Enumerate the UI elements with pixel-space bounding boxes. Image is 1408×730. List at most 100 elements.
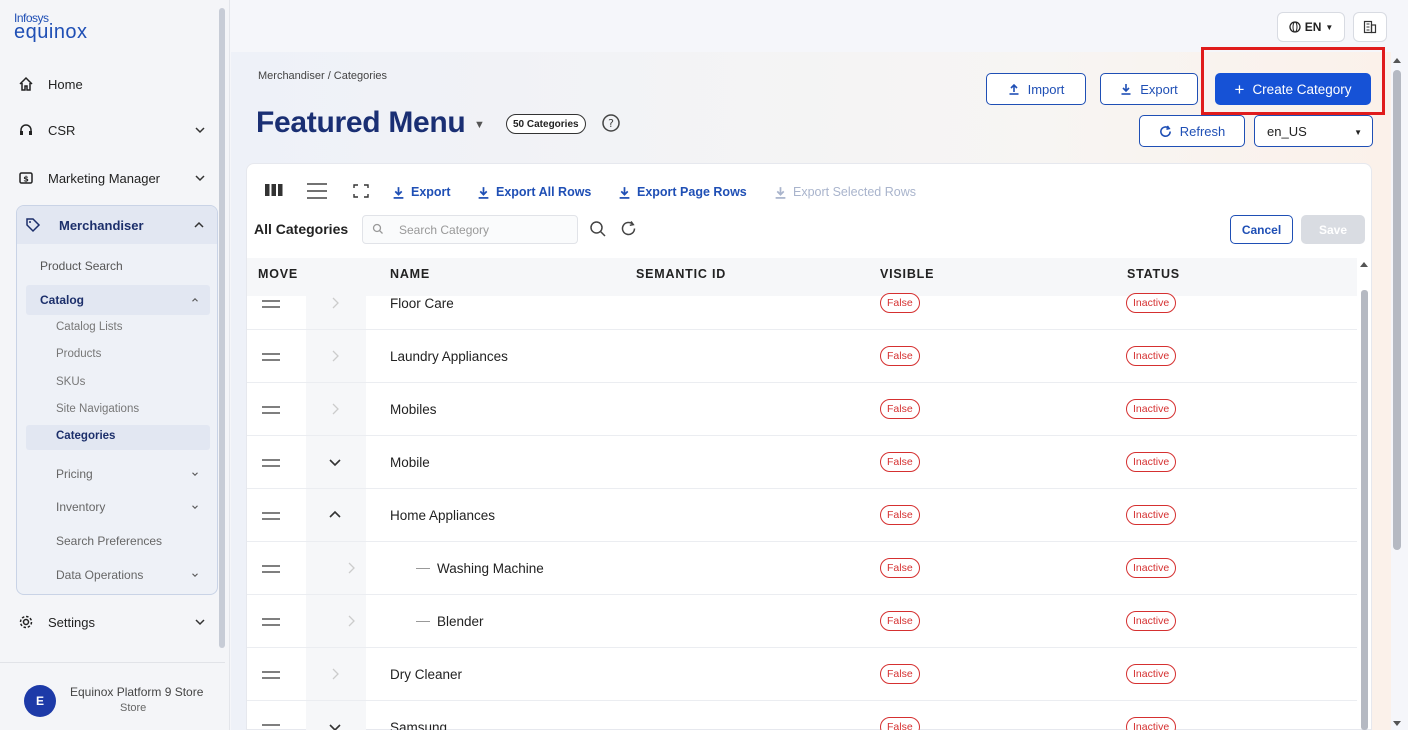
table-row[interactable]: Blender False Inactive	[247, 595, 1357, 648]
chevron-right-icon[interactable]	[343, 560, 359, 576]
refresh-icon[interactable]	[620, 220, 637, 237]
sidebar-sub-data-operations[interactable]: Data Operations	[56, 568, 143, 582]
category-name[interactable]: Dry Cleaner	[390, 667, 462, 682]
store-switcher-button[interactable]	[1353, 12, 1387, 42]
sidebar-sub-product-search[interactable]: Product Search	[40, 259, 123, 273]
locale-select[interactable]: en_US ▼	[1254, 115, 1373, 147]
sidebar-item-label: Settings	[48, 614, 95, 630]
search-icon[interactable]	[589, 220, 607, 238]
page-scrollbar[interactable]	[1393, 70, 1401, 550]
fullscreen-icon[interactable]	[353, 184, 369, 198]
chevron-down-icon	[195, 619, 205, 626]
chevron-right-icon[interactable]	[327, 348, 343, 364]
sidebar-item-csr[interactable]: CSR	[16, 112, 216, 148]
grid-scrollbar[interactable]	[1361, 290, 1368, 730]
chevron-right-icon[interactable]	[327, 666, 343, 682]
sidebar-sub-pricing[interactable]: Pricing	[56, 467, 93, 481]
language-selector[interactable]: EN ▼	[1277, 12, 1345, 42]
chevron-right-icon[interactable]	[327, 295, 343, 311]
category-name[interactable]: Blender	[437, 614, 484, 629]
drag-handle-icon[interactable]	[262, 670, 280, 680]
page-title[interactable]: Featured Menu	[256, 106, 466, 140]
tree-connector	[416, 621, 430, 622]
category-name[interactable]: Laundry Appliances	[390, 349, 508, 364]
drag-handle-icon[interactable]	[262, 458, 280, 468]
scroll-down-icon[interactable]	[1392, 720, 1402, 728]
category-name[interactable]: Mobile	[390, 455, 430, 470]
gear-icon	[16, 612, 36, 632]
export-selected-rows-label: Export Selected Rows	[793, 185, 916, 199]
chevron-right-icon[interactable]	[327, 401, 343, 417]
export-page-rows-button[interactable]: Export Page Rows	[618, 185, 747, 199]
export-grid-button[interactable]: Export	[392, 185, 451, 199]
sidebar-sub-categories[interactable]	[26, 425, 210, 450]
import-label: Import	[1027, 81, 1065, 97]
drag-handle-icon[interactable]	[262, 299, 280, 309]
table-row[interactable]: Laundry Appliances False Inactive	[247, 330, 1357, 383]
category-name[interactable]: Samsung	[390, 720, 447, 730]
visible-badge: False	[880, 558, 920, 578]
chevron-up-icon[interactable]	[327, 507, 343, 523]
visible-badge: False	[880, 399, 920, 419]
headset-icon	[16, 120, 36, 140]
table-row[interactable]: Washing Machine False Inactive	[247, 542, 1357, 595]
category-name[interactable]: Washing Machine	[437, 561, 544, 576]
search-input[interactable]: Search Category	[362, 215, 578, 244]
sidebar-sub-catalog-lists[interactable]: Catalog Lists	[56, 321, 122, 333]
columns-icon[interactable]	[264, 182, 284, 198]
sidebar-sub-site-navigations[interactable]: Site Navigations	[56, 403, 139, 415]
chevron-down-icon[interactable]	[327, 454, 343, 470]
user-profile[interactable]: E Equinox Platform 9 Store Store	[0, 662, 225, 730]
table-row[interactable]: Mobiles False Inactive	[247, 383, 1357, 436]
sidebar-sub-inventory[interactable]: Inventory	[56, 500, 105, 514]
drag-handle-icon[interactable]	[262, 564, 280, 574]
sidebar-scrollbar[interactable]	[219, 8, 225, 648]
drag-handle-icon[interactable]	[262, 511, 280, 521]
table-row[interactable]: Samsung False Inactive	[247, 701, 1357, 730]
table-row[interactable]: Dry Cleaner False Inactive	[247, 648, 1357, 701]
chevron-right-icon[interactable]	[343, 613, 359, 629]
drag-handle-icon[interactable]	[262, 352, 280, 362]
sidebar-item-marketing-manager[interactable]: $ Marketing Manager	[16, 160, 216, 196]
save-button[interactable]: Save	[1301, 215, 1365, 244]
breadcrumb[interactable]: Merchandiser / Categories	[258, 70, 387, 82]
category-name[interactable]: Home Appliances	[390, 508, 495, 523]
sidebar-item-home[interactable]: Home	[16, 66, 216, 102]
export-all-rows-label: Export All Rows	[496, 185, 592, 199]
refresh-icon	[1159, 124, 1171, 137]
visible-badge: False	[880, 664, 920, 684]
cancel-button[interactable]: Cancel	[1230, 215, 1293, 244]
import-button[interactable]: Import	[986, 73, 1086, 105]
drag-handle-icon[interactable]	[262, 617, 280, 627]
scroll-up-icon[interactable]	[1392, 56, 1402, 64]
status-badge: Inactive	[1126, 664, 1177, 684]
sidebar-sub-products[interactable]: Products	[56, 348, 101, 360]
category-name[interactable]: Mobiles	[390, 402, 437, 417]
visible-badge: False	[880, 293, 920, 313]
sidebar-sub-search-preferences[interactable]: Search Preferences	[56, 534, 162, 548]
refresh-button[interactable]: Refresh	[1139, 115, 1245, 147]
table-row[interactable]: Mobile False Inactive	[247, 436, 1357, 489]
help-icon[interactable]: ?	[601, 113, 621, 133]
chevron-down-icon	[195, 127, 205, 134]
sidebar-sub-skus[interactable]: SKUs	[56, 376, 85, 388]
export-selected-rows-button[interactable]: Export Selected Rows	[774, 185, 916, 199]
category-name[interactable]: Floor Care	[390, 296, 454, 311]
user-role: Store	[120, 702, 147, 714]
sidebar-item-merchandiser[interactable]: Merchandiser	[17, 206, 217, 244]
table-row[interactable]: Floor Care False Inactive	[247, 277, 1357, 330]
status-badge: Inactive	[1126, 293, 1177, 313]
drag-handle-icon[interactable]	[262, 405, 280, 415]
export-all-rows-button[interactable]: Export All Rows	[477, 185, 591, 199]
status-badge: Inactive	[1126, 505, 1177, 525]
drag-handle-icon[interactable]	[262, 723, 280, 730]
export-button[interactable]: Export	[1100, 73, 1198, 105]
caret-down-icon[interactable]: ▼	[474, 119, 485, 131]
scroll-up-icon[interactable]	[1359, 260, 1369, 268]
table-row[interactable]: Home Appliances False Inactive	[247, 489, 1357, 542]
chevron-down-icon[interactable]	[327, 719, 343, 730]
visible-badge: False	[880, 505, 920, 525]
density-icon[interactable]	[306, 182, 328, 200]
brand-logo[interactable]: Infosys equinox	[14, 12, 88, 42]
sidebar-item-settings[interactable]: Settings	[16, 604, 216, 640]
